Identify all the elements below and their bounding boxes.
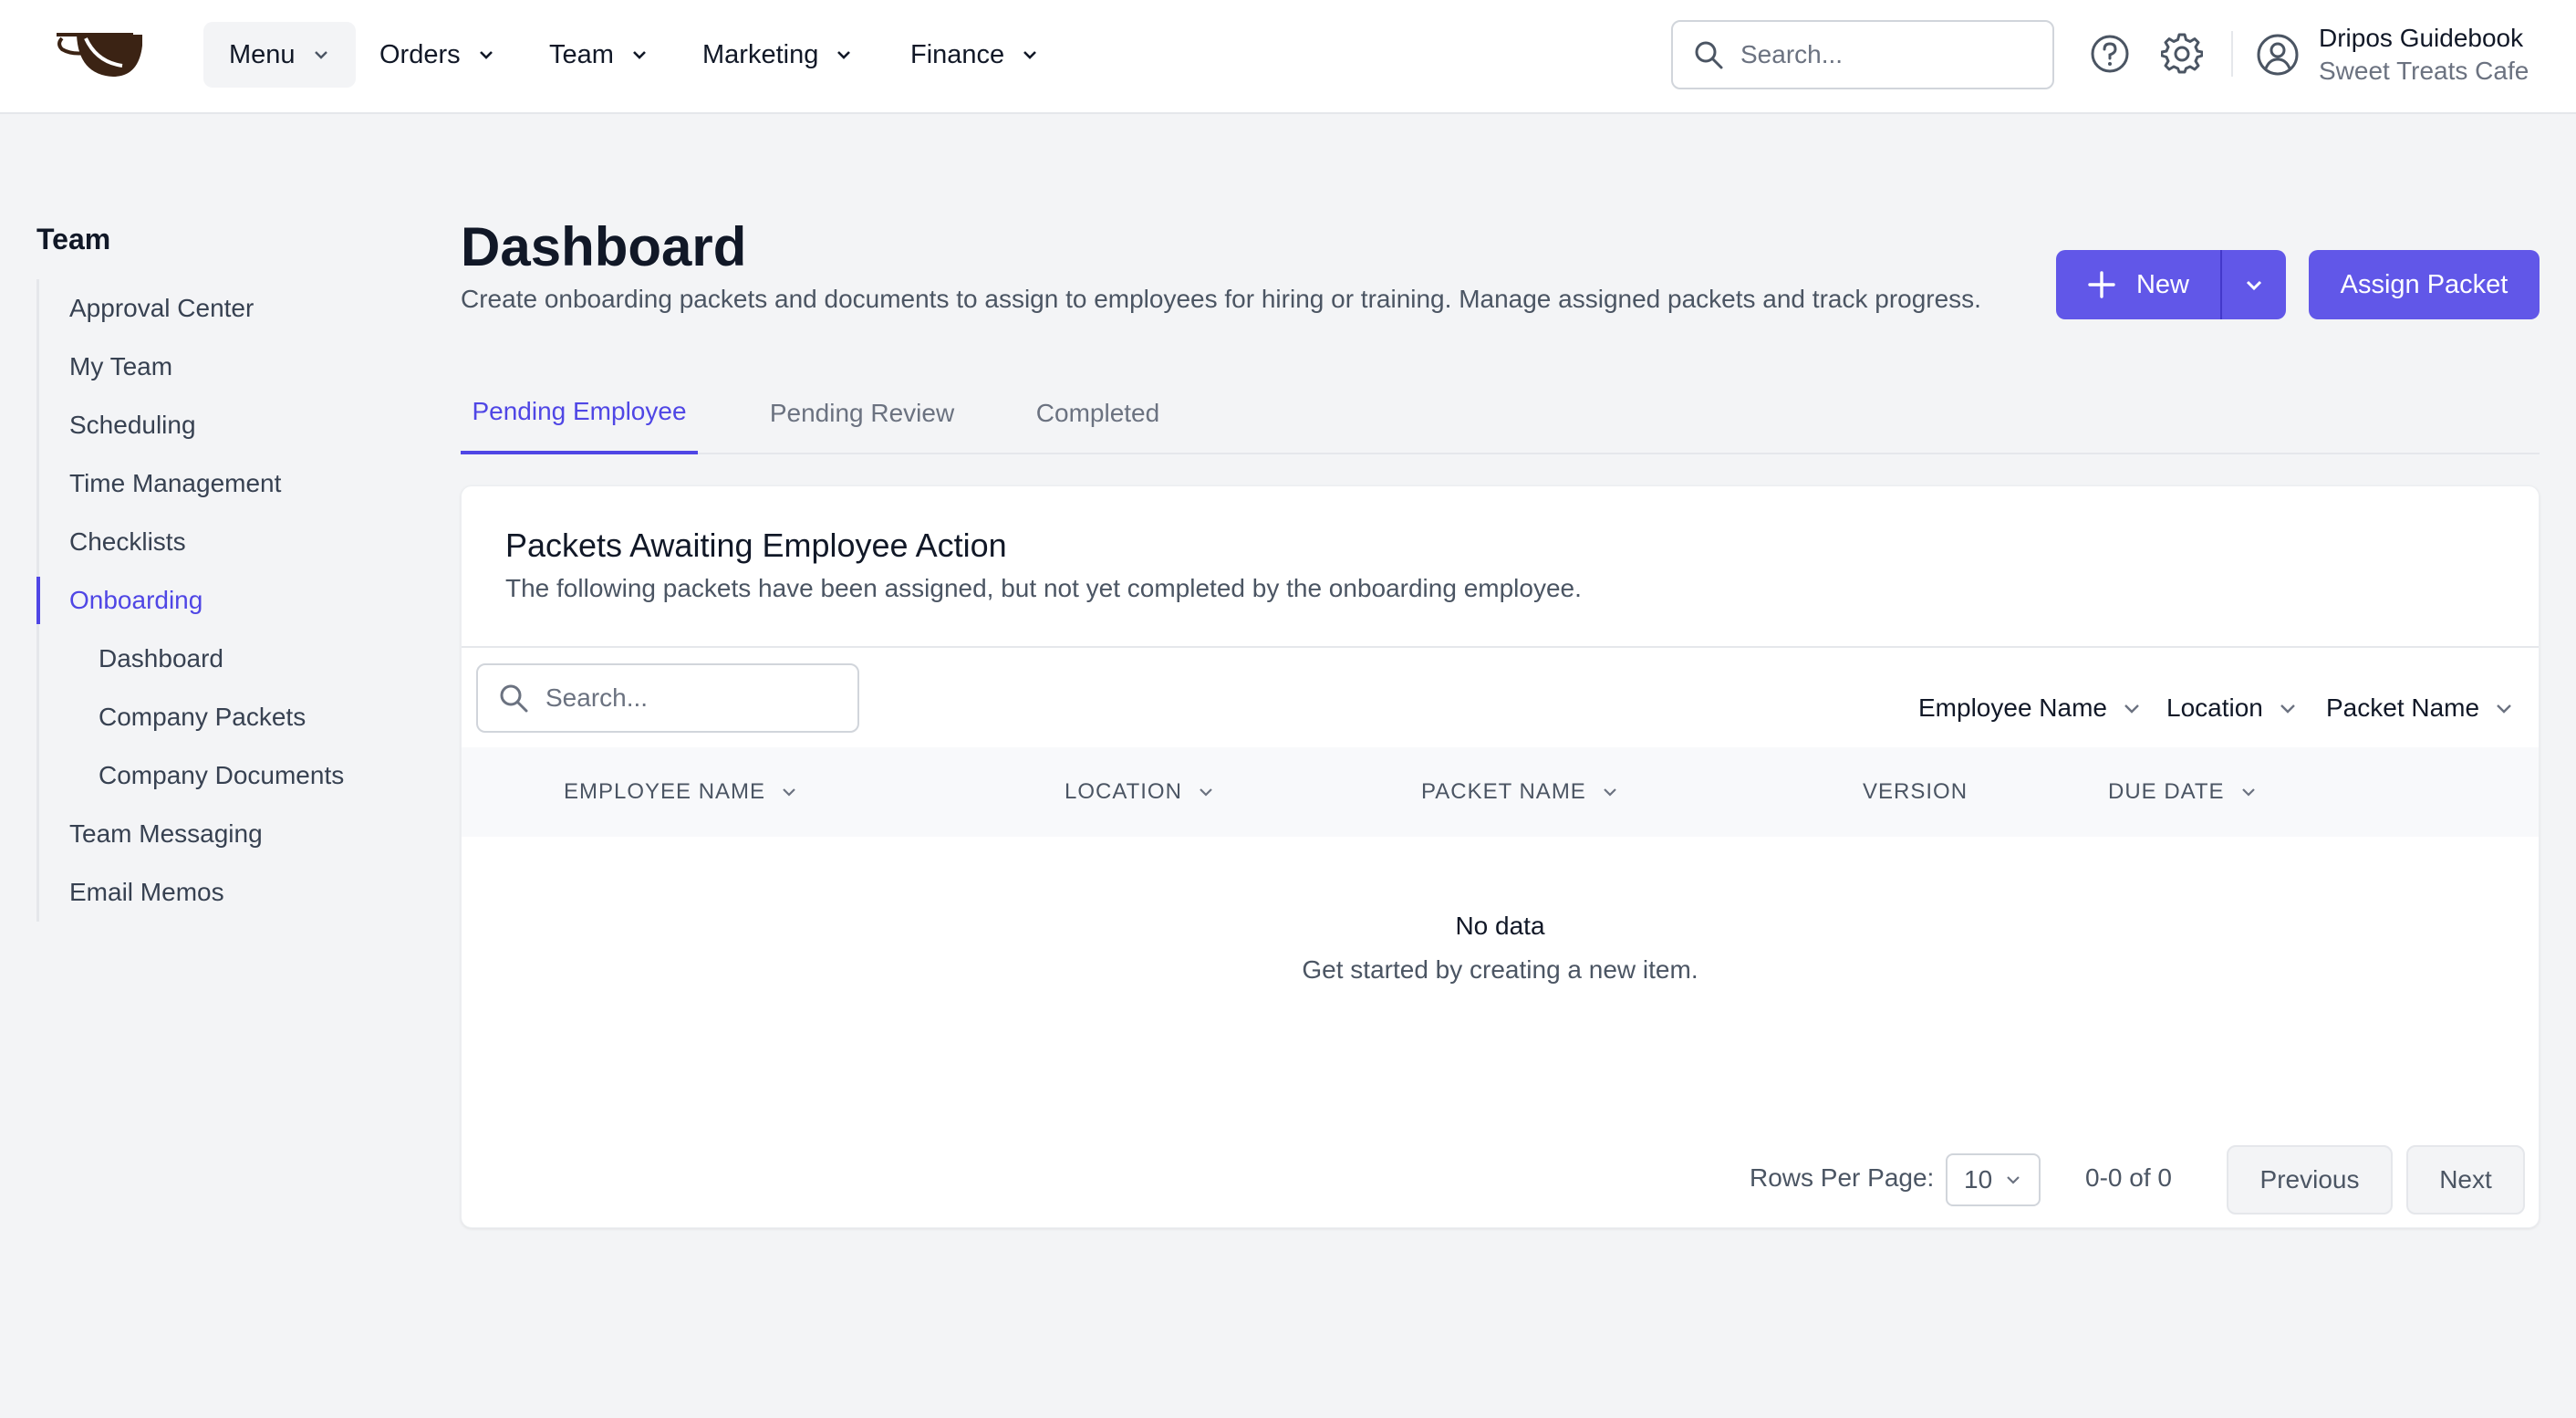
filter-employee-name[interactable]: Employee Name [1918,685,2142,731]
chevron-down-icon [479,51,493,59]
column-label: EMPLOYEE NAME [564,779,766,804]
page-title: Dashboard [461,216,747,277]
coffee-cup-logo-icon[interactable] [49,26,150,82]
help-icon[interactable] [2089,33,2131,75]
column-packet-name[interactable]: PACKET NAME [1421,747,1619,837]
column-version: VERSION [1863,747,1968,837]
column-label: VERSION [1863,779,1968,804]
filter-label: Employee Name [1918,693,2107,722]
tab-pending-review[interactable]: Pending Review [753,372,971,454]
filter-label: Packet Name [2326,693,2480,722]
empty-state-subtitle: Get started by creating a new item. [1302,955,1698,984]
chevron-down-icon [314,51,327,59]
page-description: Create onboarding packets and documents … [461,285,1981,313]
column-label: DUE DATE [2108,779,2225,804]
chevron-down-icon [2241,788,2255,797]
column-due-date[interactable]: DUE DATE [2108,747,2258,837]
user-organization: Sweet Treats Cafe [2319,57,2529,85]
chevron-down-icon [2124,704,2139,714]
nav-orders[interactable]: Orders [379,22,495,88]
table-search [476,663,859,733]
next-page-button[interactable]: Next [2406,1145,2525,1215]
chevron-down-icon [837,51,851,59]
chevron-down-icon [2497,704,2511,714]
user-avatar-icon [2257,34,2299,76]
pagination-range: 0-0 of 0 [2085,1163,2172,1192]
sidebar-subitem-company-documents[interactable]: Company Documents [39,746,401,805]
rows-per-page-value: 10 [1964,1165,1993,1194]
sidebar-nav: Approval Center My Team Scheduling Time … [36,279,401,922]
column-location[interactable]: LOCATION [1065,747,1215,837]
nav-finance-label: Finance [910,39,1005,69]
card-subtitle: The following packets have been assigned… [505,574,1582,602]
search-icon [1695,41,1723,69]
nav-marketing[interactable]: Marketing [702,22,853,88]
new-button-group: New [2056,250,2286,319]
sidebar-item-approval-center[interactable]: Approval Center [39,279,401,338]
rows-per-page-label: Rows Per Page: [1750,1163,1935,1192]
nav-team-label: Team [549,39,614,69]
chevron-down-icon [783,788,795,797]
sidebar-item-team-messaging[interactable]: Team Messaging [39,805,401,863]
tab-bar: Pending Employee Pending Review Complete… [461,372,2540,454]
new-button[interactable]: New [2056,250,2220,319]
sidebar-item-my-team[interactable]: My Team [39,338,401,396]
chevron-down-icon [1604,788,1616,797]
column-label: PACKET NAME [1421,779,1586,804]
sidebar-item-onboarding[interactable]: Onboarding [36,571,401,630]
filter-location[interactable]: Location [2166,685,2298,731]
sidebar-item-time-management[interactable]: Time Management [39,454,401,513]
sidebar-title: Team [36,223,111,255]
card-title: Packets Awaiting Employee Action [505,527,1007,564]
filter-packet-name[interactable]: Packet Name [2326,685,2514,731]
new-dropdown-button[interactable] [2220,250,2286,319]
filter-label: Location [2166,693,2263,722]
topbar-divider [2231,31,2233,77]
column-employee-name[interactable]: EMPLOYEE NAME [564,747,798,837]
previous-page-button[interactable]: Previous [2227,1145,2393,1215]
card-divider [462,646,2539,648]
chevron-down-icon [1200,788,1212,797]
user-name: Dripos Guidebook [2319,24,2524,52]
empty-state-title: No data [1455,912,1545,940]
new-button-label: New [2135,269,2189,299]
nav-orders-label: Orders [379,39,461,69]
top-navigation-bar: Menu Orders Team Marketing Finance Searc… [0,0,2576,114]
packets-card: Packets Awaiting Employee Action The fol… [461,485,2540,1228]
nav-team[interactable]: Team [549,22,649,88]
plus-icon [2088,271,2115,298]
chevron-down-icon [633,51,646,59]
sidebar-subitem-dashboard[interactable]: Dashboard [39,630,401,688]
nav-menu[interactable]: Menu [203,22,356,88]
sidebar-item-checklists[interactable]: Checklists [39,513,401,571]
global-search-input[interactable] [1740,40,2032,69]
search-icon [500,684,528,713]
chevron-down-icon [2246,280,2262,291]
user-account-menu[interactable]: Dripos Guidebook Sweet Treats Cafe [2255,20,2529,89]
sidebar-item-email-memos[interactable]: Email Memos [39,863,401,922]
sidebar-item-scheduling[interactable]: Scheduling [39,396,401,454]
rows-per-page-select[interactable]: 10 [1946,1153,2041,1206]
chevron-down-icon [2280,704,2295,714]
table-header: EMPLOYEE NAME LOCATION PACKET NAME VERSI… [462,747,2539,837]
tab-pending-employee[interactable]: Pending Employee [461,372,698,454]
assign-packet-button[interactable]: Assign Packet [2309,250,2540,319]
column-label: LOCATION [1065,779,1182,804]
sidebar-subitem-company-packets[interactable]: Company Packets [39,688,401,746]
nav-marketing-label: Marketing [702,39,819,69]
global-search [1671,20,2054,89]
nav-menu-label: Menu [229,39,296,69]
chevron-down-icon [1023,51,1037,59]
nav-finance[interactable]: Finance [910,22,1039,88]
tab-completed[interactable]: Completed [1008,372,1188,454]
chevron-down-icon [2007,1176,2020,1184]
gear-icon[interactable] [2161,33,2203,75]
table-search-input[interactable] [545,683,837,713]
